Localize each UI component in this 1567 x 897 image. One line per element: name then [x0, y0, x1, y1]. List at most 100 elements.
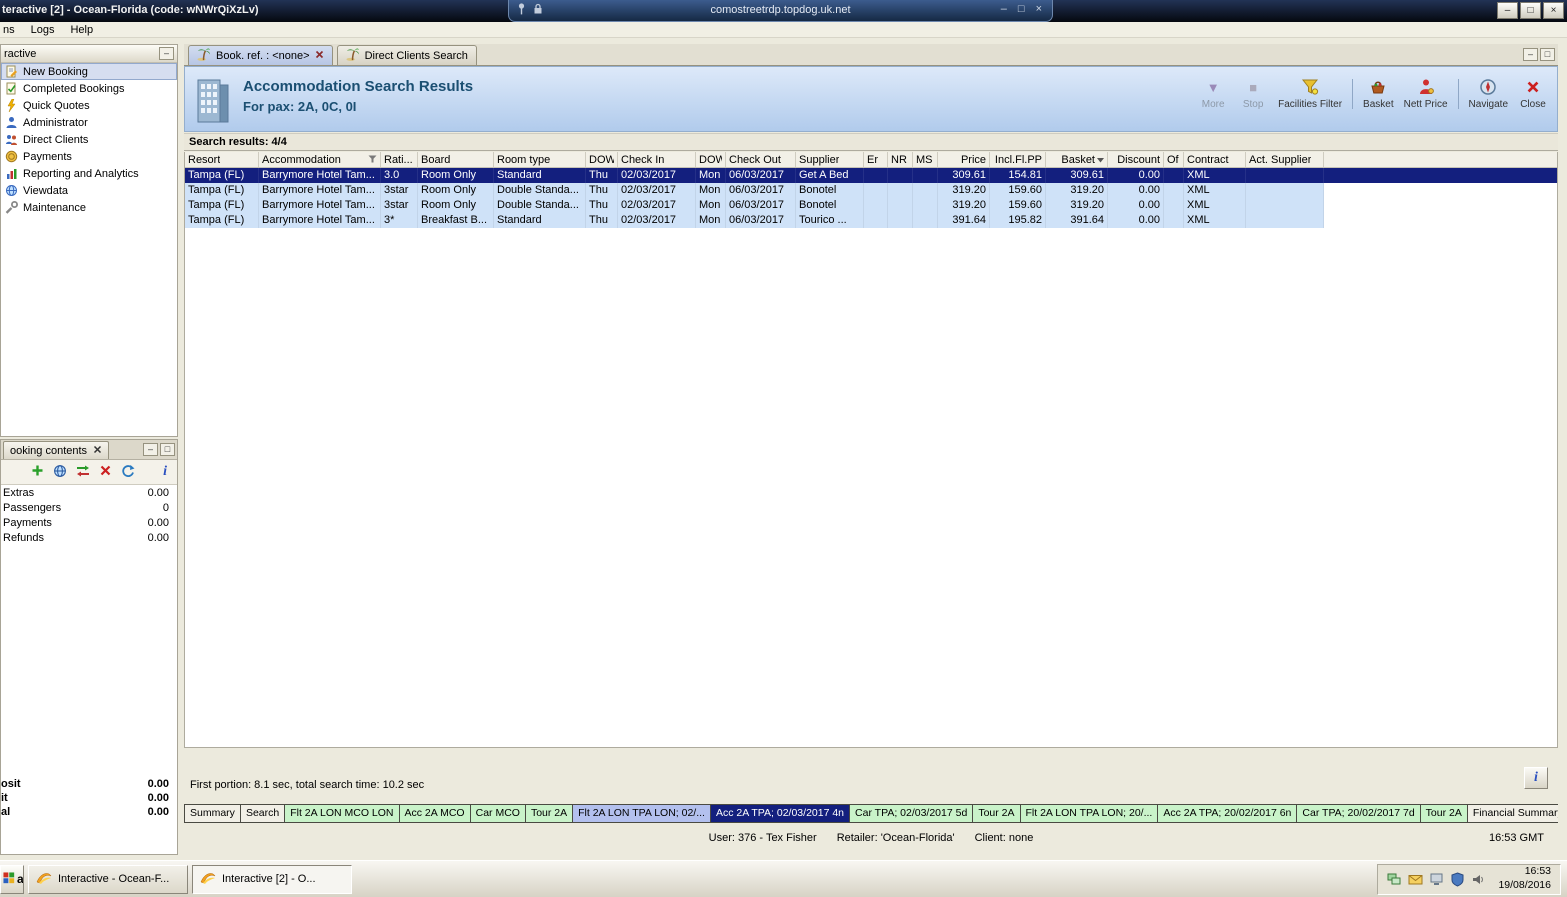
- restore-panel-icon[interactable]: □: [1540, 48, 1555, 61]
- portion-tab[interactable]: Search: [240, 804, 286, 823]
- column-header-discount[interactable]: Discount: [1108, 152, 1164, 167]
- collapse-panel-icon[interactable]: –: [159, 47, 174, 60]
- column-header-of[interactable]: Of: [1164, 152, 1184, 167]
- booking-contents-row[interactable]: Extras 0.00: [1, 485, 177, 500]
- sidebar-item-completed-bookings[interactable]: Completed Bookings: [1, 80, 177, 97]
- nett-price-button[interactable]: Nett Price: [1399, 75, 1453, 113]
- taskbar-clock[interactable]: 16:53 19/08/2016: [1498, 865, 1551, 892]
- volume-icon[interactable]: [1471, 872, 1486, 887]
- portion-tab[interactable]: Acc 2A MCO: [399, 804, 471, 823]
- portion-tab[interactable]: Car TPA; 02/03/2017 5d: [850, 804, 974, 823]
- info-icon[interactable]: i: [163, 465, 167, 479]
- booking-total-value: 0.00: [147, 792, 169, 804]
- column-header-er[interactable]: Er: [864, 152, 888, 167]
- portion-tab[interactable]: Tour 2A: [525, 804, 574, 823]
- column-header-nr[interactable]: NR: [888, 152, 913, 167]
- sidebar-item-direct-clients[interactable]: Direct Clients: [1, 131, 177, 148]
- minimize-panel-icon[interactable]: –: [143, 443, 158, 456]
- booking-contents-tab[interactable]: ooking contents: [3, 441, 110, 459]
- taskbar-item-interactive-1[interactable]: Interactive - Ocean-F...: [28, 864, 188, 894]
- column-header-board[interactable]: Board: [418, 152, 494, 167]
- globe-icon[interactable]: [53, 464, 67, 481]
- portion-tab[interactable]: Summary: [184, 804, 241, 823]
- column-header-incl-fl-pp[interactable]: Incl.Fl.PP: [990, 152, 1046, 167]
- sidebar-item-viewdata[interactable]: Viewdata: [1, 182, 177, 199]
- rdp-minimize-icon[interactable]: –: [1001, 3, 1007, 15]
- cell-rating: 3star: [381, 183, 418, 198]
- close-tab-icon[interactable]: [93, 445, 102, 457]
- menu-item-logs[interactable]: Logs: [23, 23, 63, 37]
- window-restore-button[interactable]: □: [1520, 2, 1541, 19]
- column-header-room-type[interactable]: Room type: [494, 152, 586, 167]
- menu-item-help[interactable]: Help: [62, 23, 101, 37]
- sidebar-item-quick-quotes[interactable]: Quick Quotes: [1, 97, 177, 114]
- security-icon[interactable]: [1450, 871, 1465, 887]
- toolbar-separator: [1352, 79, 1354, 109]
- filter-icon[interactable]: [368, 154, 377, 166]
- cell-discount: 0.00: [1108, 198, 1164, 213]
- booking-contents-row[interactable]: Passengers 0: [1, 500, 177, 515]
- column-header-dow-in[interactable]: DOW: [586, 152, 618, 167]
- portion-tab[interactable]: Financial Summary: [1467, 804, 1558, 823]
- delete-icon[interactable]: [99, 464, 112, 480]
- portion-tab[interactable]: Car TPA; 20/02/2017 7d: [1297, 804, 1421, 823]
- column-header-dow-out[interactable]: DOW: [696, 152, 726, 167]
- stop-button[interactable]: ■ Stop: [1233, 75, 1273, 113]
- booking-contents-row[interactable]: Refunds 0.00: [1, 530, 177, 545]
- facilities-filter-button[interactable]: Facilities Filter: [1273, 75, 1347, 113]
- portion-tab[interactable]: Flt 2A LON TPA LON; 20/...: [1020, 804, 1159, 823]
- window-close-button[interactable]: ×: [1543, 2, 1564, 19]
- column-header-supplier[interactable]: Supplier: [796, 152, 864, 167]
- table-row[interactable]: Tampa (FL) Barrymore Hotel Tam... 3star …: [185, 183, 1557, 198]
- tab-booking-ref[interactable]: Book. ref. : <none>: [188, 45, 333, 65]
- booking-contents-row[interactable]: Payments 0.00: [1, 515, 177, 530]
- start-button[interactable]: art: [0, 864, 24, 894]
- portion-tab[interactable]: Flt 2A LON MCO LON: [285, 804, 400, 823]
- column-header-accommodation[interactable]: Accommodation: [259, 152, 381, 167]
- cell-supplier: Bonotel: [796, 198, 864, 213]
- close-tab-icon[interactable]: [315, 50, 324, 62]
- portion-tab[interactable]: Acc 2A TPA; 02/03/2017 4n: [710, 804, 851, 823]
- network-icon[interactable]: [1387, 872, 1402, 887]
- sidebar-item-reporting-and-analytics[interactable]: Reporting and Analytics: [1, 165, 177, 182]
- mail-icon[interactable]: [1408, 872, 1423, 887]
- column-header-price[interactable]: Price: [938, 152, 990, 167]
- column-header-check-in[interactable]: Check In: [618, 152, 696, 167]
- rdp-restore-icon[interactable]: □: [1018, 3, 1025, 15]
- tab-direct-clients-search[interactable]: Direct Clients Search: [336, 45, 477, 65]
- basket-button[interactable]: Basket: [1358, 75, 1399, 113]
- sidebar-item-new-booking[interactable]: New Booking: [1, 63, 177, 80]
- refresh-icon[interactable]: [121, 464, 135, 481]
- column-header-check-out[interactable]: Check Out: [726, 152, 796, 167]
- taskbar-item-interactive-2[interactable]: Interactive [2] - O...: [192, 864, 352, 894]
- table-row[interactable]: Tampa (FL) Barrymore Hotel Tam... 3star …: [185, 198, 1557, 213]
- column-header-contract[interactable]: Contract: [1184, 152, 1246, 167]
- info-button[interactable]: i: [1524, 767, 1548, 789]
- menu-item-options[interactable]: ns: [0, 23, 23, 37]
- column-header-act-supplier[interactable]: Act. Supplier: [1246, 152, 1324, 167]
- window-minimize-button[interactable]: –: [1497, 2, 1518, 19]
- column-header-ms[interactable]: MS: [913, 152, 938, 167]
- portion-tab[interactable]: Tour 2A: [973, 804, 1021, 823]
- add-icon[interactable]: [31, 464, 44, 480]
- transfer-icon[interactable]: [76, 464, 90, 481]
- portion-tab[interactable]: Flt 2A LON TPA LON; 02/...: [573, 804, 711, 823]
- restore-panel-icon[interactable]: □: [160, 443, 175, 456]
- rdp-close-icon[interactable]: ×: [1036, 3, 1042, 15]
- sidebar-item-payments[interactable]: Payments: [1, 148, 177, 165]
- sidebar-item-maintenance[interactable]: Maintenance: [1, 199, 177, 216]
- sidebar-item-administrator[interactable]: Administrator: [1, 114, 177, 131]
- minimize-panel-icon[interactable]: –: [1523, 48, 1538, 61]
- column-header-resort[interactable]: Resort: [185, 152, 259, 167]
- portion-tab[interactable]: Acc 2A TPA; 20/02/2017 6n: [1158, 804, 1298, 823]
- navigate-button[interactable]: Navigate: [1464, 75, 1513, 113]
- portion-tab[interactable]: Car MCO: [470, 804, 526, 823]
- column-header-rating[interactable]: Rati...: [381, 152, 418, 167]
- column-header-basket[interactable]: Basket: [1046, 152, 1108, 167]
- table-row[interactable]: Tampa (FL) Barrymore Hotel Tam... 3* Bre…: [185, 213, 1557, 228]
- more-button[interactable]: ▼ More: [1193, 75, 1233, 113]
- close-results-button[interactable]: Close: [1513, 75, 1553, 113]
- display-icon[interactable]: [1429, 872, 1444, 887]
- portion-tab[interactable]: Tour 2A: [1420, 804, 1468, 823]
- table-row[interactable]: Tampa (FL) Barrymore Hotel Tam... 3.0 Ro…: [185, 168, 1557, 183]
